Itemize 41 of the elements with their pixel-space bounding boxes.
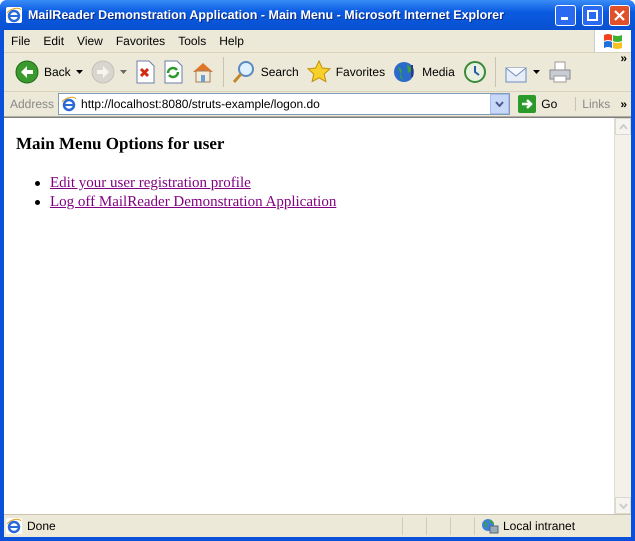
page-heading: Main Menu Options for user xyxy=(16,134,226,154)
search-icon xyxy=(232,60,256,84)
maximize-button[interactable] xyxy=(582,4,603,26)
close-icon xyxy=(614,10,625,20)
go-button[interactable]: Go xyxy=(514,95,572,113)
address-field[interactable]: http://localhost:8080/struts-example/logon.do xyxy=(58,93,510,115)
refresh-icon xyxy=(162,60,183,84)
house-icon xyxy=(190,60,215,84)
bullet-icon xyxy=(35,200,40,205)
window-title: MailReader Demonstration Application - Main Menu - Microsoft Internet Explorer xyxy=(28,8,505,22)
link[interactable]: Edit your user registration profile xyxy=(50,174,251,193)
minimize-button[interactable] xyxy=(555,4,576,26)
zone-text: Local intranet xyxy=(503,519,576,533)
menu-item[interactable]: Help xyxy=(212,34,250,48)
ie-logo-icon xyxy=(6,7,22,23)
back-button[interactable]: Back xyxy=(12,56,86,88)
address-label: Address xyxy=(10,97,54,111)
star-icon xyxy=(306,60,331,84)
bullet-icon xyxy=(35,181,40,186)
favorites-button[interactable]: Favorites xyxy=(304,56,388,88)
link[interactable]: Log off MailReader Demonstration Application xyxy=(50,193,336,212)
menu-item[interactable]: Favorites xyxy=(108,34,172,48)
chevron-button[interactable]: » xyxy=(620,97,627,111)
network-globe-icon xyxy=(481,518,499,534)
close-button[interactable] xyxy=(609,4,630,26)
printer-icon xyxy=(548,60,572,84)
menu-item[interactable]: Edit xyxy=(36,34,70,48)
media-button[interactable]: Media xyxy=(390,56,458,88)
chevron-button[interactable]: » xyxy=(620,51,627,65)
menu-item[interactable]: File xyxy=(4,34,36,48)
minimize-icon xyxy=(560,16,568,20)
clock-icon xyxy=(462,60,487,84)
menu-item[interactable]: Tools xyxy=(171,34,212,48)
ie-logo-icon xyxy=(61,96,78,112)
menu-item[interactable]: View xyxy=(70,34,109,48)
status-text: Done xyxy=(27,519,56,533)
stop-icon xyxy=(134,60,155,84)
search-button[interactable]: Search xyxy=(228,56,302,88)
windows-flag-icon xyxy=(603,32,623,50)
ie-logo-icon xyxy=(6,518,22,534)
maximize-icon xyxy=(587,10,598,20)
